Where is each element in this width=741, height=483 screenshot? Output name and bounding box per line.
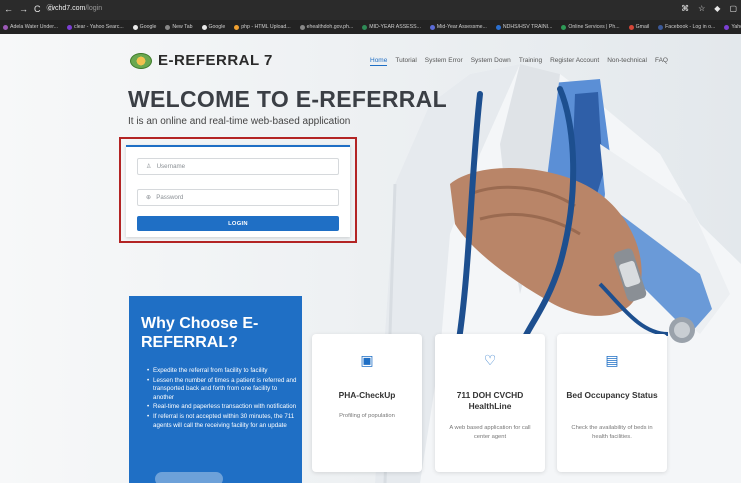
bookmark-item[interactable]: clear - Yahoo Searc... [66,24,124,30]
doh-seal-icon [130,52,152,69]
bookmark-item[interactable]: Online Services | Ph... [561,24,620,30]
bookmark-label: Online Services | Ph... [568,24,620,30]
browser-nav: ← → C ⓘ [4,4,54,14]
learn-more-button[interactable] [155,472,223,483]
nav-link-tutorial[interactable]: Tutorial [395,57,416,66]
bookmark-label: MID-YEAR ASSESS... [369,24,421,30]
bookmark-favicon-icon [495,24,501,30]
why-title: Why Choose E-REFERRAL? [141,315,259,351]
feature-title: Bed Occupancy Status [566,390,658,400]
forward-icon[interactable]: → [19,4,28,14]
bookmark-item[interactable]: NDHS/HSV TRAINI... [495,24,553,30]
url-path: /login [85,5,103,12]
login-form: ♙ Username ⊕ Password LOGIN [126,145,350,237]
bookmark-label: New Tab [172,24,193,30]
feature-card[interactable]: ♡ 711 DOH CVCHD HealthLine A web based app… [435,334,545,472]
bookmark-favicon-icon [66,24,72,30]
username-field[interactable]: ♙ Username [137,158,339,175]
bookmark-label: Yahoo Gro [731,24,741,30]
nav-link-system-error[interactable]: System Error [425,57,463,66]
site-logo[interactable]: E-REFERRAL 7 [130,52,273,69]
logo-text: E-REFERRAL 7 [158,52,273,69]
bookmark-item[interactable]: New Tab [165,24,193,30]
nav-link-faq[interactable]: FAQ [655,57,668,66]
bookmark-label: Adela Water Under... [10,24,58,30]
reload-icon[interactable]: C [34,4,41,14]
star-icon[interactable]: ☆ [698,4,705,13]
nav-link-system-down[interactable]: System Down [471,57,511,66]
feature-title: PHA-CheckUp [338,390,396,400]
bookmark-label: Gmail [635,24,650,30]
nav-link-register-account[interactable]: Register Account [550,57,599,66]
feature-description: Check the availability of beds in health… [571,425,653,440]
bookmarks-bar: Adela Water Under... clear - Yahoo Searc.… [0,20,741,34]
address-bar[interactable]: cvchd7.com/login [48,5,102,12]
why-choose-panel: Why Choose E-REFERRAL? Expedite the refe… [129,296,302,483]
clipboard-icon: ▣ [360,352,374,368]
bookmark-favicon-icon [132,24,138,30]
browser-actions: ⌘ ☆ ◆ ▢ [681,4,737,13]
heart-icon: ♡ [483,352,497,368]
why-point: Real-time and paperless transaction with… [147,403,297,412]
bookmark-favicon-icon [201,24,207,30]
back-icon[interactable]: ← [4,4,13,14]
why-point: Lessen the number of times a patient is … [147,377,297,403]
bookmark-label: NDHS/HSV TRAINI... [502,24,553,30]
browser-toolbar: ← → C ⓘ cvchd7.com/login ⌘ ☆ ◆ ▢ [0,0,741,20]
feature-title: 711 DOH CVCHD HealthLine [456,390,524,411]
window-icon[interactable]: ▢ [729,4,737,13]
bookmark-favicon-icon [234,24,240,30]
password-placeholder: Password [156,194,184,201]
bookmark-favicon-icon [165,24,171,30]
user-icon: ♙ [146,163,152,170]
bookmark-favicon-icon [429,24,435,30]
bookmark-item[interactable]: Yahoo Gro [724,24,741,30]
login-button[interactable]: LOGIN [137,216,339,231]
pin-icon[interactable]: ◆ [714,4,720,13]
url-host: cvchd7.com [48,5,86,12]
bookmark-item[interactable]: ehealthdoh.gov.ph... [299,24,354,30]
page-title: WELCOME TO E-REFERRAL [128,86,447,112]
feature-description: Profiling of population [339,413,395,419]
bookmark-label: Google [208,24,226,30]
bookmark-favicon-icon [628,24,634,30]
bookmark-favicon-icon [299,24,305,30]
bookmark-favicon-icon [724,24,730,30]
bookmark-label: Mid-Year Assessme... [436,24,487,30]
why-point: Expedite the referral from facility to f… [147,367,297,376]
bookmark-label: clear - Yahoo Searc... [73,24,124,30]
bookmark-label: Google [139,24,157,30]
monitor-icon: ▤ [605,352,619,368]
why-point: If referral is not accepted within 30 mi… [147,413,297,430]
nav-link-home[interactable]: Home [370,57,388,66]
feature-description: A web based application for call center … [449,425,531,440]
bookmark-label: Facebook - Log in o... [665,24,716,30]
bookmark-favicon-icon [658,24,664,30]
extension-icon[interactable]: ⌘ [681,4,689,13]
feature-card[interactable]: ▣ PHA-CheckUp Profiling of population [312,334,422,472]
bookmark-item[interactable]: Google [201,24,226,30]
nav-link-non-technical[interactable]: Non-technical [607,57,647,66]
bookmark-item[interactable]: MID-YEAR ASSESS... [362,24,421,30]
why-points-list: Expedite the referral from facility to f… [147,367,297,431]
bookmark-item[interactable]: Mid-Year Assessme... [429,24,487,30]
page: E-REFERRAL 7 Home Tutorial System Error Sys… [0,34,741,483]
bookmark-item[interactable]: Adela Water Under... [3,24,58,30]
bookmark-item[interactable]: Gmail [628,24,650,30]
feature-card[interactable]: ▤ Bed Occupancy Status Check the availabil… [557,334,667,472]
top-navigation: Home Tutorial System Error System Down Train… [370,57,668,66]
bookmark-label: php - HTML Upload... [241,24,291,30]
username-placeholder: Username [156,163,186,170]
bookmark-favicon-icon [362,24,368,30]
bookmark-favicon-icon [3,24,8,30]
lock-icon: ⊕ [146,194,152,201]
hero-tagline: It is an online and real-time web-based … [128,116,351,127]
bookmark-item[interactable]: Facebook - Log in o... [658,24,715,30]
bookmark-item[interactable]: Google [132,24,157,30]
nav-link-training[interactable]: Training [519,57,542,66]
bookmark-favicon-icon [561,24,567,30]
bookmark-label: ehealthdoh.gov.ph... [306,24,354,30]
bookmark-item[interactable]: php - HTML Upload... [234,24,291,30]
password-field[interactable]: ⊕ Password [137,189,339,206]
